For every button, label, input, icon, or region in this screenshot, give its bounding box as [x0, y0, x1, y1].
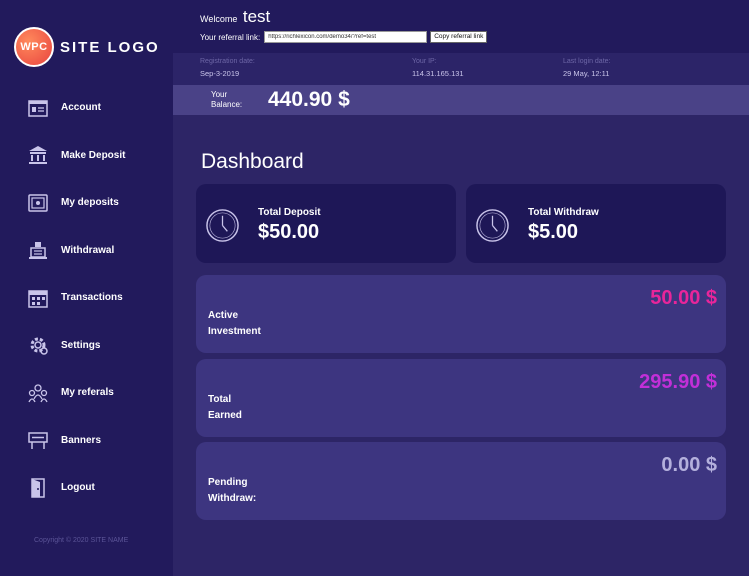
copyright: Copyright © 2020 SITE NAME — [34, 537, 129, 544]
site-logo[interactable]: WPC SITE LOGO — [14, 27, 160, 67]
logo-text: SITE LOGO — [60, 38, 160, 56]
ip-info: Your IP: 114.31.165.131 — [412, 58, 464, 78]
sidebar-item-label: My referals — [61, 387, 114, 399]
stat-label: Total Earned — [208, 392, 298, 424]
stat-value: 0.00 $ — [661, 454, 717, 476]
username: test — [242, 7, 271, 26]
sidebar-item-label: Withdrawal — [61, 244, 115, 256]
gear-icon — [27, 334, 49, 356]
sidebar-item-label: Logout — [61, 482, 95, 494]
total-deposit-card: Total Deposit $50.00 — [196, 184, 456, 263]
sidebar-item-transactions[interactable]: Transactions — [0, 274, 173, 322]
registration-label: Registration date: — [200, 58, 255, 65]
stat-label-line2: Investment — [208, 326, 261, 337]
referral-link-input[interactable] — [264, 31, 428, 43]
sidebar-item-my-deposits[interactable]: My deposits — [0, 179, 173, 227]
header: Welcome test Your referral link: Copy re… — [173, 0, 749, 53]
balance-value: 440.90 $ — [268, 88, 350, 111]
sidebar-item-label: My deposits — [61, 197, 119, 209]
stat-label: Pending Withdraw: — [208, 475, 298, 507]
registration-info: Registration date: Sep-3-2019 — [200, 58, 255, 78]
stat-value: 50.00 $ — [650, 287, 717, 309]
account-info-bar: Registration date: Sep-3-2019 Your IP: 1… — [173, 53, 749, 85]
referral-row: Your referral link: Copy referral link — [200, 31, 488, 43]
total-withdraw-value: $5.00 — [528, 221, 579, 243]
app: WPC SITE LOGO Account Make Deposit My de… — [0, 0, 749, 576]
balance-label: Your Balance: — [211, 90, 242, 110]
welcome-label: Welcome — [200, 14, 238, 24]
sidebar-item-account[interactable]: Account — [0, 84, 173, 132]
account-icon — [27, 97, 49, 119]
sidebar-item-label: Make Deposit — [61, 149, 126, 161]
sidebar-item-banners[interactable]: Banners — [0, 417, 173, 465]
safe-icon — [27, 192, 49, 214]
withdraw-icon — [27, 239, 49, 261]
sidebar-item-label: Settings — [61, 339, 101, 351]
stat-label: Active Investment — [208, 308, 298, 340]
total-withdraw-card: Total Withdraw $5.00 — [466, 184, 726, 263]
sidebar: WPC SITE LOGO Account Make Deposit My de… — [0, 0, 173, 576]
balance-label-line1: Your — [211, 90, 228, 99]
stat-label-line2: Earned — [208, 410, 242, 421]
last-login-info: Last login date: 29 May, 12:11 — [563, 58, 610, 78]
last-login-value: 29 May, 12:11 — [563, 69, 610, 78]
sidebar-item-my-referals[interactable]: My referals — [0, 369, 173, 417]
clock-icon — [476, 209, 509, 242]
sidebar-nav: Account Make Deposit My deposits Withdra… — [0, 84, 173, 512]
stat-label-line1: Active — [208, 310, 239, 321]
total-deposit-value: $50.00 — [258, 221, 320, 243]
ip-label: Your IP: — [412, 58, 437, 65]
pending-withdraw-card: Pending Withdraw: 0.00 $ — [196, 442, 726, 520]
total-earned-card: Total Earned 295.90 $ — [196, 359, 726, 437]
calendar-icon — [27, 287, 49, 309]
welcome-text: Welcome test — [200, 7, 270, 27]
clock-icon — [206, 209, 239, 242]
bank-icon — [27, 144, 49, 166]
sidebar-item-label: Transactions — [61, 292, 123, 304]
banner-icon — [27, 429, 49, 451]
stat-label-line1: Total — [208, 394, 232, 405]
registration-value: Sep-3-2019 — [200, 69, 240, 78]
total-deposit-label: Total Deposit — [258, 207, 321, 218]
door-icon — [27, 477, 49, 499]
sidebar-item-settings[interactable]: Settings — [0, 322, 173, 370]
sidebar-item-label: Banners — [61, 434, 102, 446]
sidebar-item-label: Account — [61, 102, 101, 114]
users-icon — [27, 382, 49, 404]
sidebar-item-logout[interactable]: Logout — [0, 464, 173, 512]
last-login-label: Last login date: — [563, 58, 611, 65]
balance-bar: Your Balance: 440.90 $ — [173, 85, 749, 115]
sidebar-item-make-deposit[interactable]: Make Deposit — [0, 132, 173, 180]
copy-referral-button[interactable]: Copy referral link — [430, 31, 488, 43]
ip-value: 114.31.165.131 — [412, 69, 464, 78]
stat-label-line1: Pending — [208, 477, 248, 488]
logo-badge: WPC — [14, 27, 54, 67]
stat-label-line2: Withdraw: — [208, 493, 257, 504]
active-investment-card: Active Investment 50.00 $ — [196, 275, 726, 353]
page-title: Dashboard — [201, 150, 304, 173]
stat-value: 295.90 $ — [639, 371, 717, 393]
total-withdraw-label: Total Withdraw — [528, 207, 599, 218]
referral-label: Your referral link: — [200, 32, 261, 42]
sidebar-item-withdrawal[interactable]: Withdrawal — [0, 227, 173, 275]
balance-label-line2: Balance: — [211, 100, 243, 109]
